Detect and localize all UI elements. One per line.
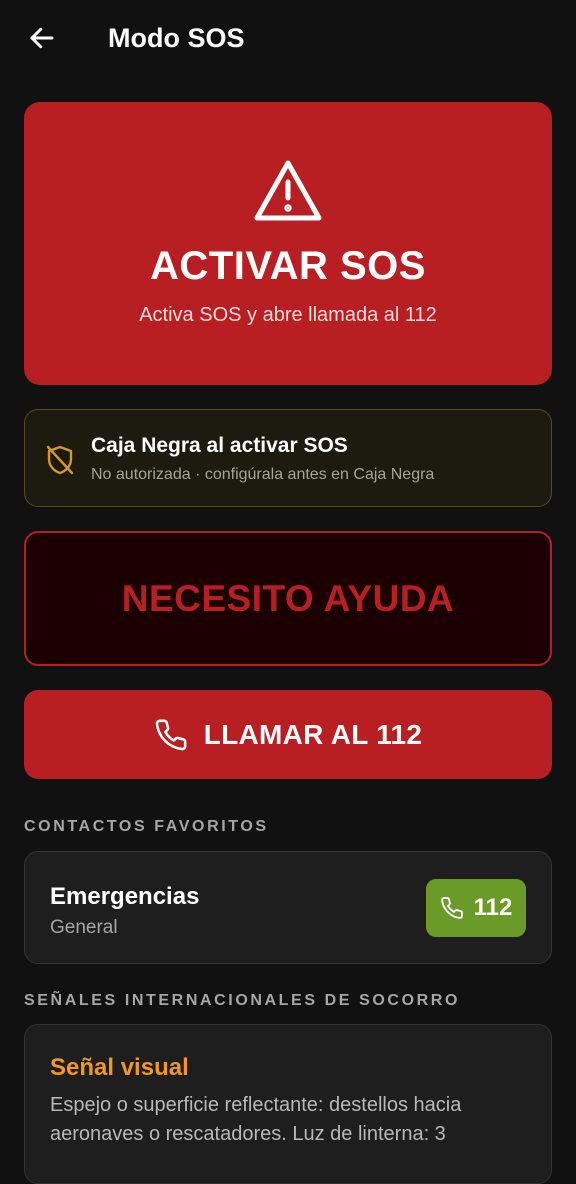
warning-triangle-icon — [254, 160, 322, 221]
app-bar: Modo SOS — [0, 0, 576, 76]
signal-body: Espejo o superficie reflectante: destell… — [50, 1094, 462, 1145]
call-112-button[interactable]: LLAMAR AL 112 — [24, 690, 552, 779]
phone-icon — [155, 719, 187, 750]
shield-off-icon — [46, 445, 74, 475]
page-title: Modo SOS — [108, 23, 245, 53]
contact-name: Emergencias — [50, 883, 200, 910]
signal-card: Señal visual Espejo o superficie reflect… — [24, 1024, 552, 1184]
contact-group: General — [50, 917, 118, 938]
favorites-section-label: CONTACTOS FAVORITOS — [24, 818, 269, 835]
sos-title: ACTIVAR SOS — [150, 244, 426, 288]
call-112-label: LLAMAR AL 112 — [203, 718, 423, 750]
signal-title: Señal visual — [50, 1054, 189, 1081]
contact-call-label: 112 — [473, 894, 513, 921]
arrow-left-icon — [30, 27, 54, 49]
contact-card: Emergencias General 112 — [24, 851, 552, 964]
black-box-notice[interactable]: Caja Negra al activar SOS No autorizada … — [24, 409, 552, 507]
black-box-title: Caja Negra al activar SOS — [91, 434, 348, 457]
sos-subtitle: Activa SOS y abre llamada al 112 — [139, 304, 437, 326]
signals-section-label: SEÑALES INTERNACIONALES DE SOCORRO — [24, 992, 460, 1009]
contact-call-button[interactable]: 112 — [426, 879, 526, 937]
back-button[interactable] — [22, 18, 62, 58]
phone-icon — [440, 897, 463, 919]
activate-sos-button[interactable]: ACTIVAR SOS Activa SOS y abre llamada al… — [24, 102, 552, 385]
need-help-label: NECESITO AYUDA — [121, 577, 455, 619]
need-help-button[interactable]: NECESITO AYUDA — [24, 531, 552, 666]
black-box-status: No autorizada · configúrala antes en Caj… — [91, 466, 435, 483]
